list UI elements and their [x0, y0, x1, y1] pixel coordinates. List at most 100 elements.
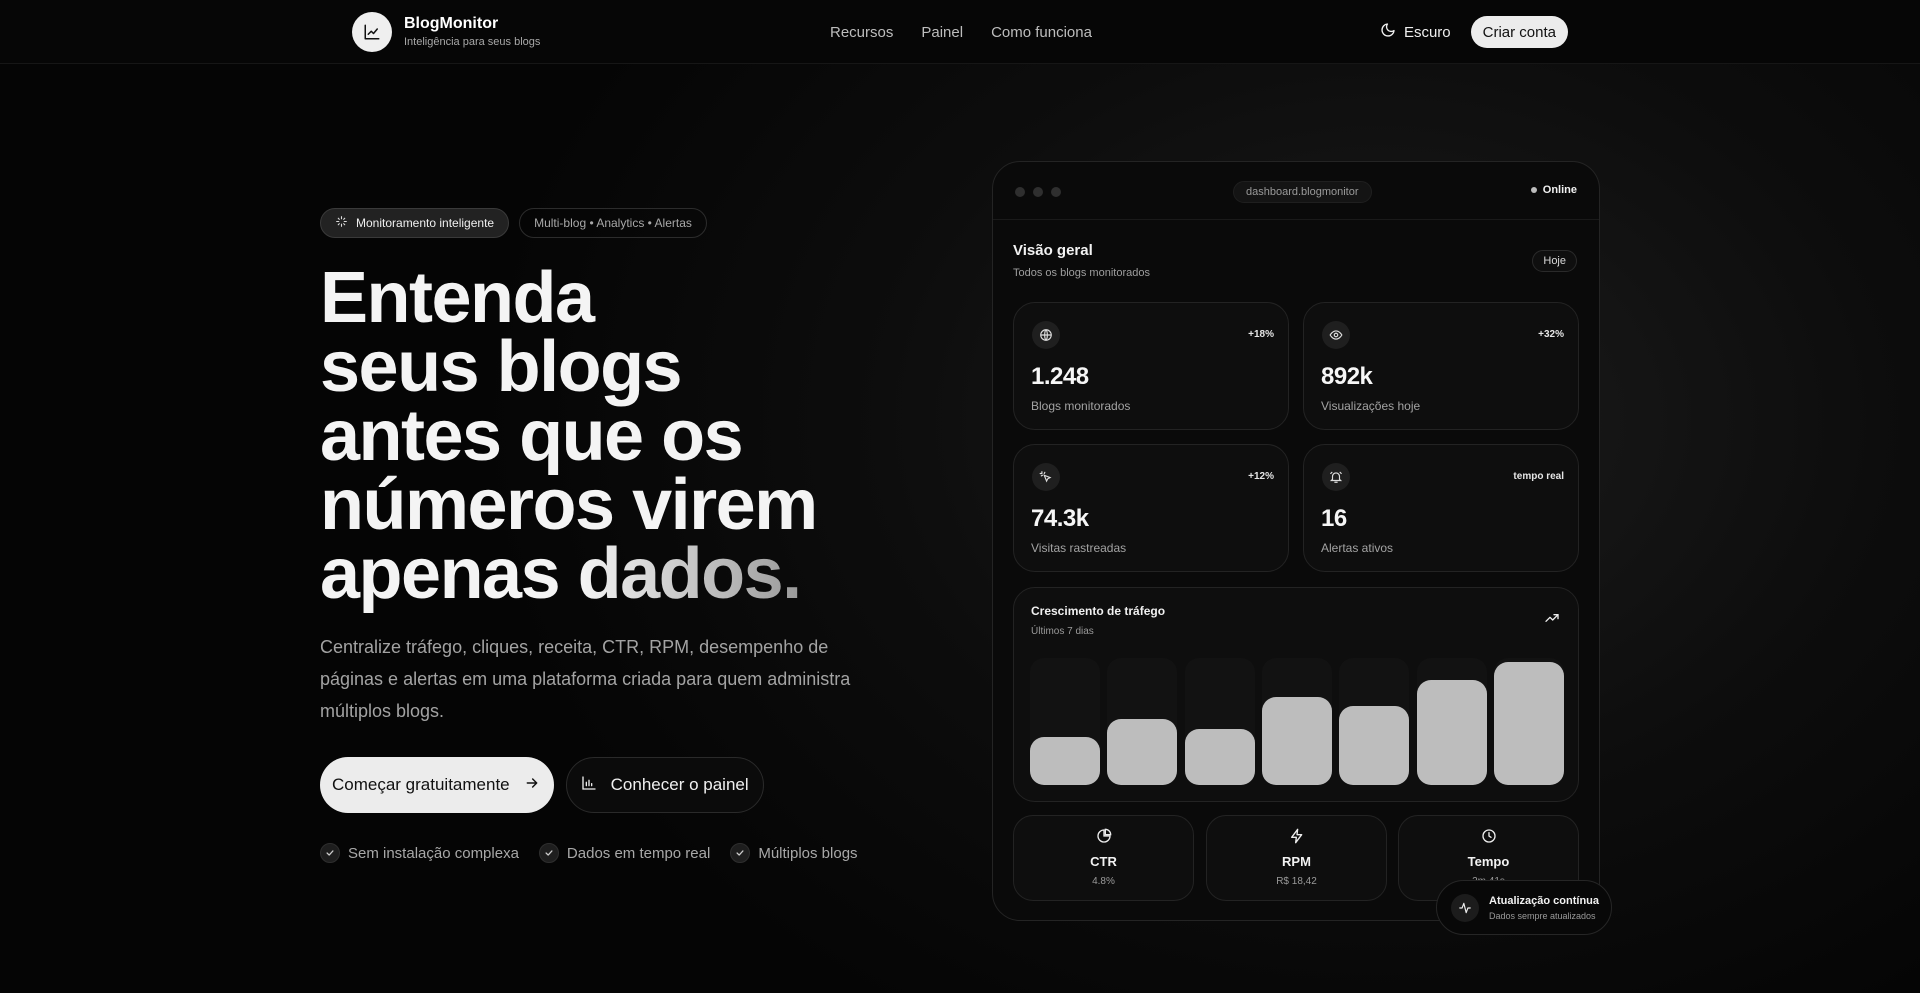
start-free-label: Começar gratuitamente — [332, 775, 510, 794]
benefit-list: Sem instalação complexa Dados em tempo r… — [320, 843, 880, 863]
traffic-bar-track — [1030, 658, 1100, 785]
nav-links: Recursos Painel Como funciona — [830, 0, 1092, 64]
start-free-button[interactable]: Começar gratuitamente — [320, 757, 554, 813]
stat-change-badge: +12% — [1248, 471, 1274, 482]
traffic-bar — [1261, 697, 1332, 785]
lightning-icon — [1207, 828, 1386, 844]
stat-card-alerts: tempo real 16 Alertas ativos — [1303, 444, 1579, 572]
traffic-bar — [1107, 719, 1178, 785]
check-icon — [320, 843, 340, 863]
headline-line-4: números virem — [320, 465, 818, 545]
live-update-subtitle: Dados sempre atualizados — [1489, 910, 1596, 921]
metric-title: CTR — [1090, 854, 1117, 869]
window-dot — [1033, 187, 1043, 197]
hero-section: Monitoramento inteligente Multi-blog • A… — [320, 208, 880, 863]
traffic-bar-track — [1493, 658, 1564, 785]
eye-icon — [1322, 321, 1350, 349]
traffic-bar-track — [1339, 658, 1410, 785]
status-label: Online — [1542, 184, 1577, 196]
address-bar: dashboard.blogmonitor — [1233, 181, 1372, 203]
theme-label: Escuro — [1403, 23, 1451, 41]
create-account-button[interactable]: Criar conta — [1470, 16, 1568, 48]
hero-description: Centralize tráfego, cliques, receita, CT… — [320, 637, 851, 721]
globe-icon — [1032, 321, 1060, 349]
nav-link-painel[interactable]: Painel — [921, 24, 963, 41]
stat-card-blogs: +18% 1.248 Blogs monitorados — [1013, 302, 1289, 430]
headline-line-5: apenas — [320, 534, 578, 614]
window-dot — [1015, 187, 1025, 197]
metric-title: RPM — [1282, 854, 1311, 869]
top-nav: BlogMonitor Inteligência para seus blogs… — [0, 0, 1920, 64]
benefit-label: Sem instalação complexa — [348, 844, 519, 862]
traffic-bar-track — [1261, 658, 1332, 785]
line-chart-icon — [352, 12, 392, 52]
stat-label: Visualizações hoje — [1321, 399, 1421, 413]
hero-headline: Entenda seus blogs antes que os números … — [320, 258, 880, 610]
traffic-bar — [1339, 706, 1410, 785]
status-badge: Online — [1530, 184, 1577, 196]
traffic-bar-track — [1184, 658, 1255, 785]
stat-value: 892k — [1321, 363, 1373, 390]
view-dashboard-label: Conhecer o painel — [610, 775, 749, 794]
benefit-label: Múltiplos blogs — [758, 844, 858, 862]
view-dashboard-button[interactable]: Conhecer o painel — [565, 757, 764, 813]
bar-chart-icon — [581, 775, 597, 796]
traffic-bars — [1030, 658, 1564, 785]
headline-fade-word: dados. — [577, 534, 803, 614]
feature-pill-primary-label: Monitoramento inteligente — [356, 216, 495, 230]
metric-title: Tempo — [1467, 854, 1510, 869]
brand-name: BlogMonitor — [404, 15, 499, 32]
benefit-item: Múltiplos blogs — [730, 843, 858, 863]
sparkles-icon — [335, 215, 356, 231]
theme-toggle-button[interactable]: Escuro — [1380, 22, 1451, 42]
activity-icon — [1451, 893, 1479, 922]
window-controls — [1015, 187, 1061, 197]
window-dot — [1051, 187, 1061, 197]
bell-alert-icon — [1322, 463, 1350, 491]
metric-card-rpm: RPM R$ 18,42 — [1206, 815, 1387, 901]
traffic-chart-card: Crescimento de tráfego Últimos 7 dias — [1013, 587, 1579, 802]
nav-link-como-funciona[interactable]: Como funciona — [991, 24, 1092, 41]
brand[interactable]: BlogMonitor Inteligência para seus blogs — [352, 12, 540, 52]
headline-line-1: Entenda — [320, 258, 595, 338]
traffic-bar — [1416, 680, 1487, 785]
pie-chart-icon — [1014, 828, 1193, 844]
metric-value: R$ 18,42 — [1276, 876, 1317, 887]
overview-subtitle: Todos os blogs monitorados — [1013, 267, 1150, 279]
benefit-label: Dados em tempo real — [566, 844, 711, 862]
status-dot-icon — [1530, 187, 1537, 193]
live-update-title: Atualização contínua — [1489, 894, 1600, 907]
chart-title: Crescimento de tráfego — [1031, 604, 1166, 618]
check-icon — [538, 843, 559, 863]
period-selector[interactable]: Hoje — [1532, 250, 1577, 272]
window-titlebar: dashboard.blogmonitor Online — [993, 162, 1599, 220]
check-icon — [730, 843, 751, 863]
dashboard-preview: dashboard.blogmonitor Online Visão geral… — [992, 161, 1600, 921]
stat-value: 1.248 — [1031, 363, 1089, 390]
headline-line-3: antes que os — [320, 396, 744, 476]
traffic-bar-track — [1107, 658, 1178, 785]
live-update-badge: Atualização contínua Dados sempre atuali… — [1436, 880, 1612, 935]
metric-value: 4.8% — [1092, 876, 1115, 887]
trending-up-icon — [1544, 610, 1560, 631]
stat-change-badge: +18% — [1248, 329, 1274, 340]
brand-tagline: Inteligência para seus blogs — [404, 36, 541, 48]
chart-subtitle: Últimos 7 dias — [1031, 626, 1094, 637]
benefit-item: Dados em tempo real — [538, 843, 711, 863]
clock-icon — [1399, 828, 1578, 844]
arrow-right-icon — [524, 775, 540, 796]
feature-pill-secondary: Multi-blog • Analytics • Alertas — [519, 208, 707, 238]
traffic-bar — [1493, 662, 1564, 785]
headline-line-2: seus blogs — [320, 327, 683, 407]
stat-card-visits: +12% 74.3k Visitas rastreadas — [1013, 444, 1289, 572]
pointer-click-icon — [1032, 463, 1060, 491]
overview-title: Visão geral — [1013, 242, 1093, 259]
traffic-bar — [1030, 737, 1100, 785]
benefit-item: Sem instalação complexa — [320, 843, 519, 863]
moon-icon — [1380, 22, 1396, 42]
stat-value: 74.3k — [1031, 505, 1089, 532]
stat-change-badge: +32% — [1538, 329, 1564, 340]
stat-value: 16 — [1321, 505, 1347, 532]
metric-card-ctr: CTR 4.8% — [1013, 815, 1194, 901]
nav-link-recursos[interactable]: Recursos — [830, 24, 893, 41]
